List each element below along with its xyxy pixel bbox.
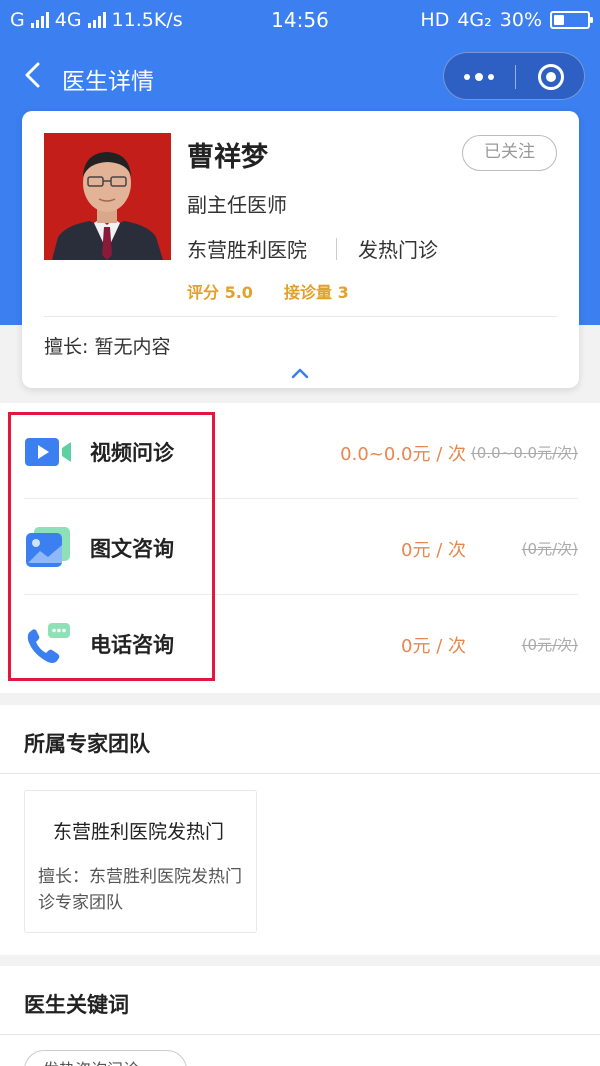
doctor-photo: [44, 133, 171, 260]
page-title: 医生详情: [62, 69, 154, 95]
service-price: 0元 / 次: [401, 540, 466, 561]
close-button[interactable]: [538, 64, 564, 90]
keyword-tag[interactable]: 发热咨询问诊: [24, 1050, 187, 1066]
hd-label: HD: [420, 9, 450, 31]
keywords-section: 医生关键词 发热咨询问诊: [0, 966, 600, 1066]
chevron-left-icon: [25, 62, 40, 88]
team-description: 擅长：东营胜利医院发热门诊专家团队: [38, 867, 242, 913]
doctor-hospital: 东营胜利医院: [187, 238, 307, 262]
more-dot: [488, 74, 494, 80]
mini-program-capsule: [443, 52, 585, 100]
section-title: 所属专家团队: [24, 732, 150, 756]
service-price: 0.0~0.0元 / 次: [340, 444, 466, 465]
doctor-rating: 评分 5.0: [187, 283, 253, 302]
battery-percent: 30%: [499, 9, 542, 31]
service-price: 0元 / 次: [401, 636, 466, 657]
more-dots-icon: [464, 74, 470, 80]
service-original-price: (0.0~0.0元/次): [470, 444, 578, 462]
doctor-title: 副主任医师: [187, 193, 287, 217]
network-label-2: 4G₂: [457, 9, 492, 31]
status-bar: G 4G 11.5K/s 14:56 HD 4G₂ 30%: [0, 0, 600, 42]
expert-team-section: 所属专家团队 东营胜利医院发热门 擅长：东营胜利医院发热门诊专家团队: [0, 705, 600, 955]
capsule-divider: [515, 65, 516, 89]
follow-button[interactable]: 已关注: [462, 135, 557, 171]
doctor-card: 曹祥梦 已关注 副主任医师 东营胜利医院 发热门诊 评分 5.0 接诊量 3 擅…: [22, 111, 579, 388]
status-right: HD 4G₂ 30%: [420, 9, 593, 31]
battery-icon: [550, 11, 593, 29]
consultation-count: 接诊量 3: [284, 283, 349, 302]
doctor-department: 发热门诊: [358, 238, 438, 262]
chevron-up-icon[interactable]: [290, 366, 310, 380]
highlight-box: [8, 412, 215, 681]
hospital-divider: [336, 238, 337, 260]
more-dot: [475, 73, 483, 81]
section-divider: [0, 773, 600, 774]
team-card[interactable]: 东营胜利医院发热门 擅长：东营胜利医院发热门诊专家团队: [24, 790, 257, 933]
more-button[interactable]: [444, 53, 514, 101]
card-divider: [44, 316, 557, 317]
nav-bar: 医生详情: [0, 42, 600, 110]
section-title: 医生关键词: [24, 993, 129, 1017]
doctor-name: 曹祥梦: [187, 142, 268, 173]
doctor-specialty: 擅长: 暂无内容: [44, 336, 171, 358]
section-divider: [0, 1034, 600, 1035]
service-original-price: (0元/次): [521, 540, 578, 558]
back-button[interactable]: [18, 58, 48, 92]
team-name: 东营胜利医院发热门: [53, 821, 225, 843]
service-original-price: (0元/次): [521, 636, 578, 654]
